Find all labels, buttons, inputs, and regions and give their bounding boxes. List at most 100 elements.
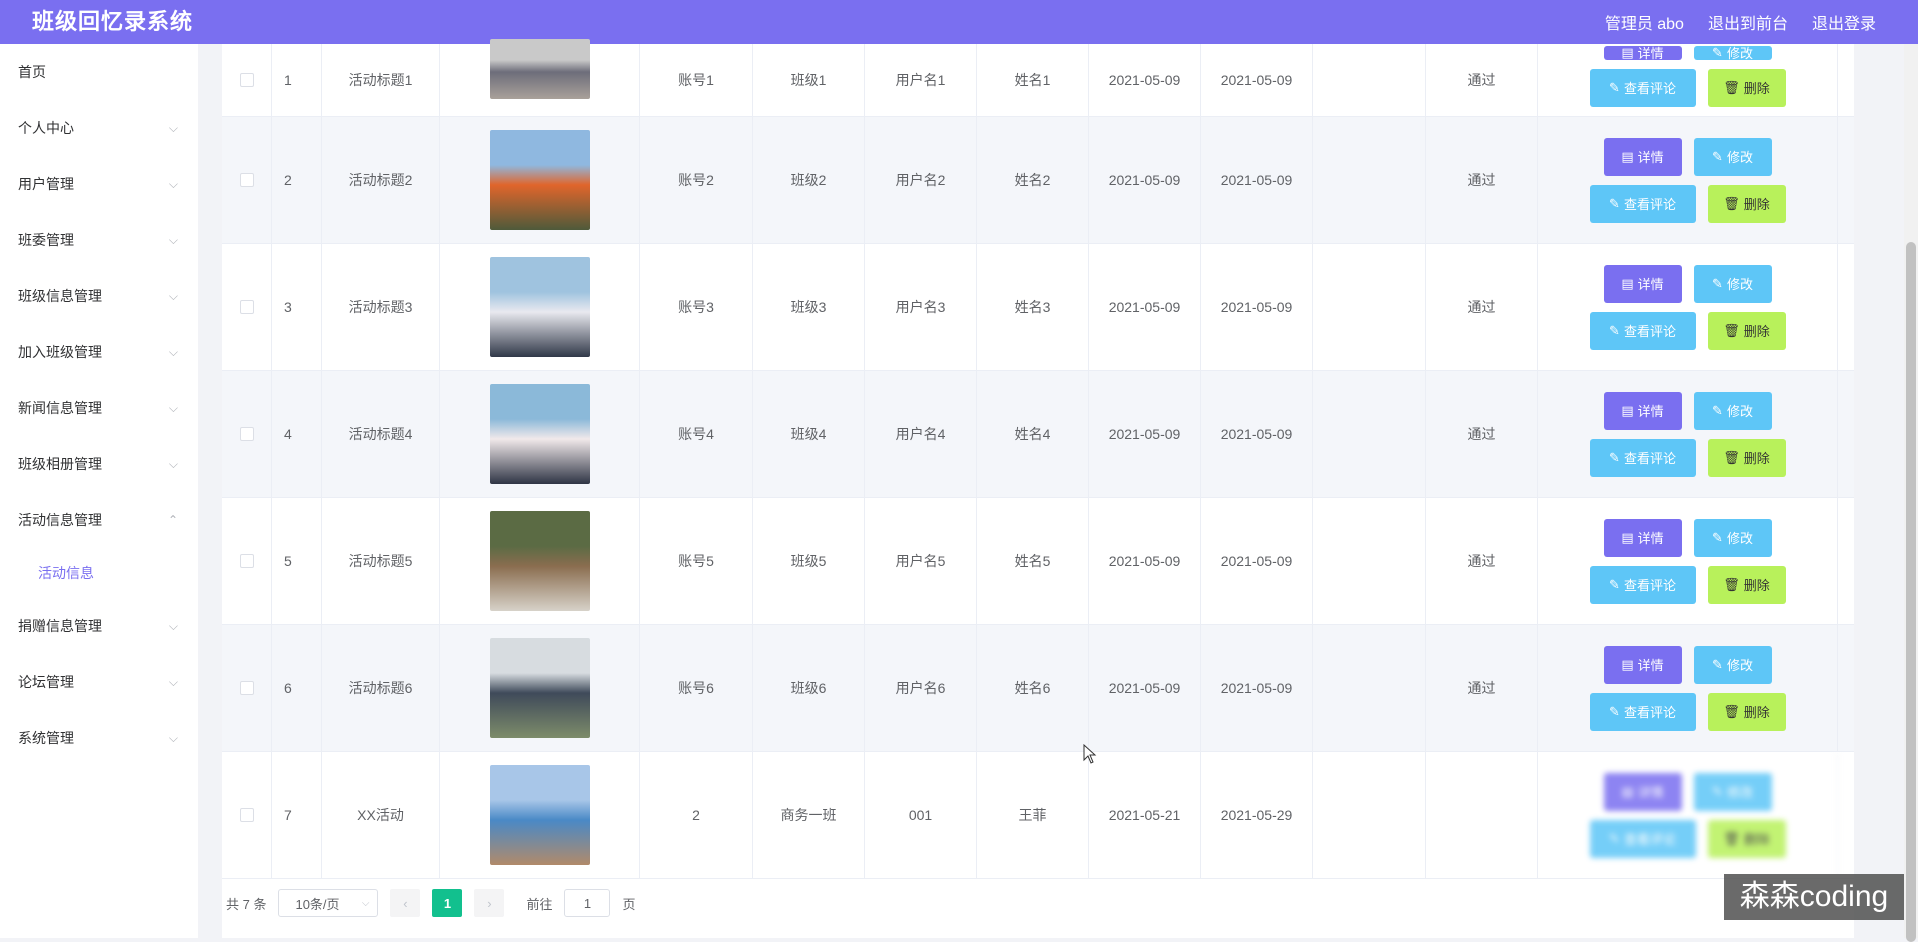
page-suffix: 页: [622, 894, 635, 913]
header-actions: 管理员 abo 退出到前台 退出登录: [1605, 0, 1876, 44]
pencil-icon: ✎: [1609, 80, 1620, 96]
activity-photo[interactable]: [490, 511, 590, 611]
main-area: 1 活动标题1 账号1 班级1 用户名1 姓名1 2021-05-09 2021…: [198, 44, 1918, 938]
delete-button[interactable]: 🗑删除: [1708, 820, 1786, 858]
view-comments-button[interactable]: ✎查看评论: [1590, 820, 1696, 858]
real-name: 王菲: [977, 752, 1089, 878]
goto-label: 前往: [526, 894, 552, 913]
exit-to-front-link[interactable]: 退出到前台: [1708, 10, 1788, 34]
pencil-icon: ✎: [1712, 149, 1723, 165]
detail-button[interactable]: ▤详情: [1604, 773, 1682, 811]
vertical-scrollbar[interactable]: [1904, 44, 1918, 938]
view-comments-button[interactable]: ✎查看评论: [1590, 566, 1696, 604]
start-date: 2021-05-21: [1089, 752, 1201, 878]
page-number-current[interactable]: 1: [432, 889, 462, 917]
activity-photo[interactable]: [490, 384, 590, 484]
row-checkbox[interactable]: [240, 681, 254, 695]
view-comments-button[interactable]: ✎查看评论: [1590, 693, 1696, 731]
row-checkbox[interactable]: [240, 554, 254, 568]
pencil-icon: ✎: [1609, 577, 1620, 593]
delete-button[interactable]: 🗑删除: [1708, 693, 1786, 731]
empty-cell: [1313, 117, 1426, 243]
goto-page-input[interactable]: 1: [564, 889, 610, 917]
edit-button[interactable]: ✎修改: [1694, 138, 1772, 176]
account: 账号2: [640, 117, 753, 243]
view-comments-button[interactable]: ✎查看评论: [1590, 439, 1696, 477]
scroll-thumb[interactable]: [1906, 242, 1916, 942]
chevron-down-icon: ⌵: [169, 710, 178, 766]
start-date: 2021-05-09: [1089, 625, 1201, 751]
table-row: 7 XX活动 2 商务一班 001 王菲 2021-05-21 2021-05-…: [222, 752, 1854, 879]
edit-button[interactable]: ✎修改: [1694, 519, 1772, 557]
activity-photo[interactable]: [490, 257, 590, 357]
sidebar-item-personal-center[interactable]: 个人中心⌵: [0, 100, 198, 156]
sidebar-item-news-management[interactable]: 新闻信息管理⌵: [0, 380, 198, 436]
page-size-select[interactable]: 10条/页 ⌵: [278, 889, 378, 917]
row-index: 6: [272, 625, 322, 751]
activity-photo[interactable]: [490, 765, 590, 865]
delete-button[interactable]: 🗑删除: [1708, 185, 1786, 223]
pencil-icon: ✎: [1712, 784, 1723, 800]
activity-photo[interactable]: [490, 130, 590, 230]
detail-button[interactable]: ▤详情: [1604, 46, 1682, 60]
delete-button[interactable]: 🗑删除: [1708, 566, 1786, 604]
activity-title: 活动标题4: [322, 371, 440, 497]
delete-button[interactable]: 🗑删除: [1708, 69, 1786, 107]
chevron-down-icon: ⌵: [169, 654, 178, 710]
activity-photo[interactable]: [490, 638, 590, 738]
sidebar-subitem-activity-info[interactable]: 活动信息: [0, 548, 198, 598]
row-checkbox[interactable]: [240, 300, 254, 314]
sidebar-item-join-class-management[interactable]: 加入班级管理⌵: [0, 324, 198, 380]
view-comments-button[interactable]: ✎查看评论: [1590, 69, 1696, 107]
sidebar-item-committee-management[interactable]: 班委管理⌵: [0, 212, 198, 268]
document-icon: ▤: [1621, 149, 1633, 165]
row-actions: ▤详情 ✎修改 ✎查看评论 🗑删除: [1538, 625, 1838, 751]
row-checkbox[interactable]: [240, 808, 254, 822]
comment-label: 查看评论: [1624, 702, 1676, 721]
row-checkbox[interactable]: [240, 427, 254, 441]
edit-button[interactable]: ✎修改: [1694, 646, 1772, 684]
logout-link[interactable]: 退出登录: [1812, 10, 1876, 34]
sidebar-item-activity-management[interactable]: 活动信息管理⌃: [0, 492, 198, 548]
table-row: 2 活动标题2 账号2 班级2 用户名2 姓名2 2021-05-09 2021…: [222, 117, 1854, 244]
delete-button[interactable]: 🗑删除: [1708, 312, 1786, 350]
edit-button[interactable]: ✎修改: [1694, 773, 1772, 811]
sidebar-item-home[interactable]: 首页: [0, 44, 198, 100]
detail-button[interactable]: ▤详情: [1604, 519, 1682, 557]
activity-title: XX活动: [322, 752, 440, 878]
edit-button[interactable]: ✎修改: [1694, 392, 1772, 430]
detail-button[interactable]: ▤详情: [1604, 646, 1682, 684]
sidebar-item-donation-management[interactable]: 捐赠信息管理⌵: [0, 598, 198, 654]
activity-photo[interactable]: [490, 39, 590, 99]
view-comments-button[interactable]: ✎查看评论: [1590, 312, 1696, 350]
detail-button[interactable]: ▤详情: [1604, 265, 1682, 303]
next-page-button[interactable]: ›: [474, 889, 504, 917]
detail-button[interactable]: ▤详情: [1604, 392, 1682, 430]
sidebar-item-class-info-management[interactable]: 班级信息管理⌵: [0, 268, 198, 324]
comment-label: 查看评论: [1624, 829, 1676, 848]
activity-image-cell: [440, 44, 640, 116]
row-index: 2: [272, 117, 322, 243]
sidebar-item-forum-management[interactable]: 论坛管理⌵: [0, 654, 198, 710]
delete-button[interactable]: 🗑删除: [1708, 439, 1786, 477]
sidebar-item-user-management[interactable]: 用户管理⌵: [0, 156, 198, 212]
comment-label: 查看评论: [1624, 78, 1676, 97]
detail-button[interactable]: ▤详情: [1604, 138, 1682, 176]
edit-button[interactable]: ✎修改: [1694, 46, 1772, 60]
edit-label: 修改: [1727, 401, 1753, 420]
sidebar-item-album-management[interactable]: 班级相册管理⌵: [0, 436, 198, 492]
row-checkbox[interactable]: [240, 173, 254, 187]
view-comments-button[interactable]: ✎查看评论: [1590, 185, 1696, 223]
mouse-cursor-icon: [1083, 744, 1097, 764]
real-name: 姓名6: [977, 625, 1089, 751]
sidebar-item-system-management[interactable]: 系统管理⌵: [0, 710, 198, 766]
row-checkbox[interactable]: [240, 73, 254, 87]
edit-button[interactable]: ✎修改: [1694, 265, 1772, 303]
prev-page-button[interactable]: ‹: [390, 889, 420, 917]
class-name: 班级4: [753, 371, 865, 497]
delete-label: 删除: [1744, 194, 1770, 213]
activity-image-cell: [440, 752, 640, 878]
action-line: ▤详情 ✎修改: [1604, 54, 1772, 60]
action-line: ✎查看评论 🗑删除: [1590, 185, 1786, 223]
start-date: 2021-05-09: [1089, 371, 1201, 497]
